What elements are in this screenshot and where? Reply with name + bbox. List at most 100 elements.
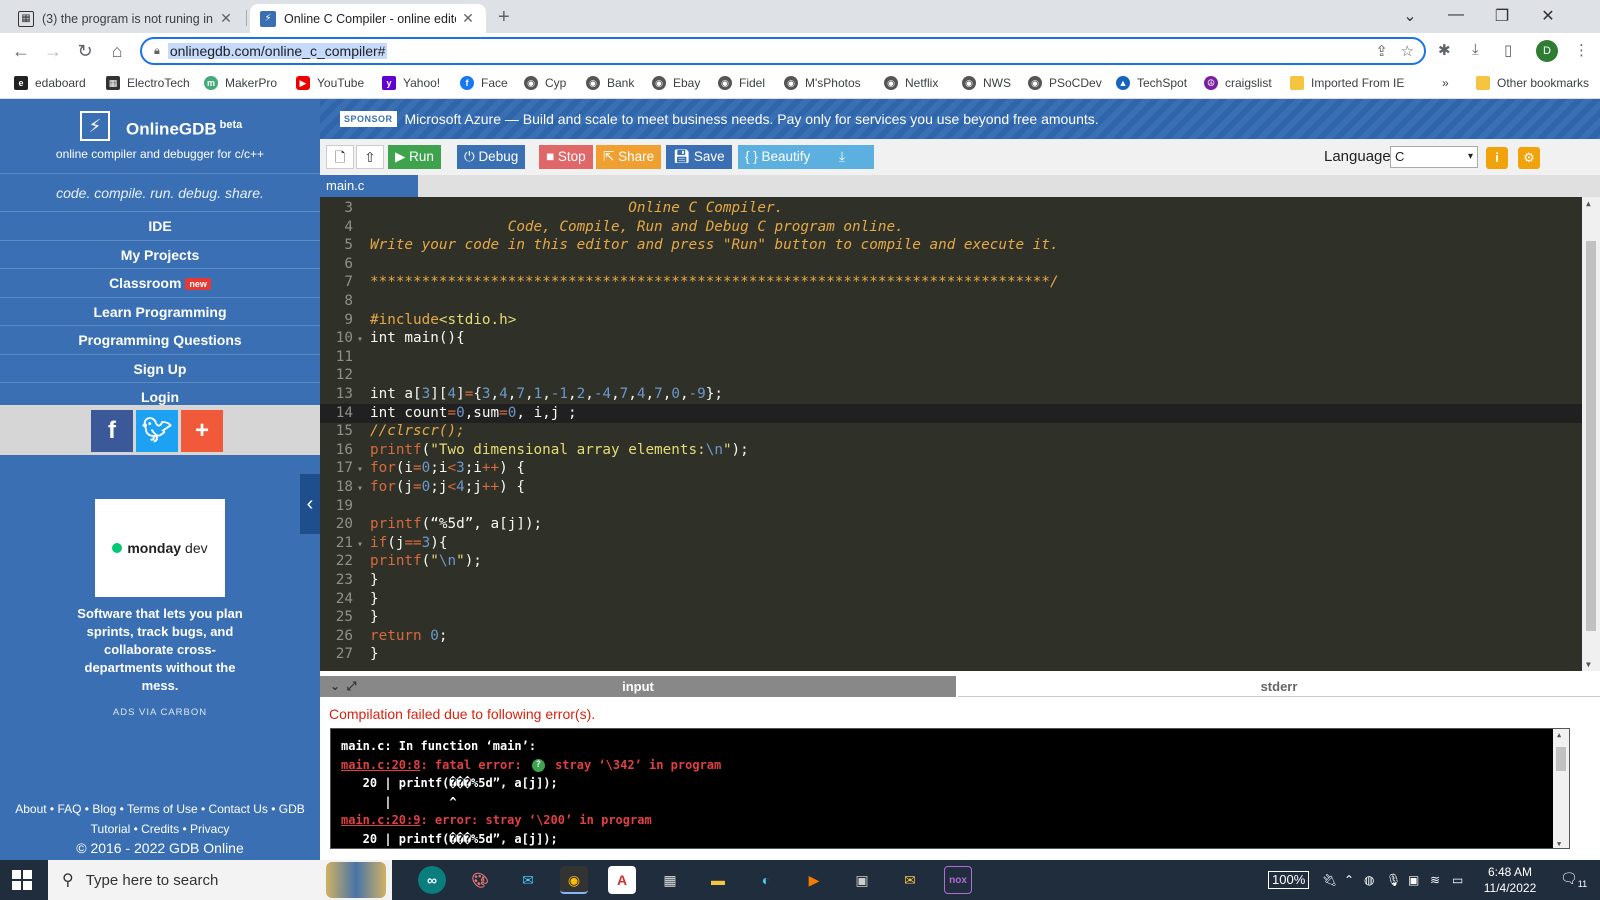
ad-image[interactable]: monday dev	[95, 499, 225, 597]
home-button[interactable]: ⌂	[104, 39, 130, 63]
power-tray-icon[interactable]: 🔌︎	[1322, 860, 1337, 900]
chrome-icon[interactable]: ◉	[560, 866, 588, 894]
bookmark-ebay[interactable]: ◉ Ebay	[652, 76, 700, 90]
bookmark-fidel[interactable]: ◉ Fidel	[718, 76, 765, 90]
folder-app-icon[interactable]: ✉	[896, 866, 924, 894]
console-scrollbar[interactable]: ▲ ▼	[1553, 729, 1569, 848]
bookmark-star-icon[interactable]: ☆	[1401, 42, 1414, 60]
ad-text[interactable]: Software that lets you plan sprints, tra…	[70, 605, 250, 695]
acrobat-icon[interactable]: A	[608, 866, 636, 894]
code-line[interactable]: 9 #include<stdio.h>	[320, 311, 1582, 330]
display-icon[interactable]: ▣	[1408, 860, 1419, 900]
ads-via-carbon[interactable]: ADS VIA CARBON	[0, 707, 320, 718]
tab-input[interactable]: ⌄ ⤢ input	[320, 676, 956, 697]
code-line[interactable]: 5 Write your code in this editor and pres…	[320, 236, 1582, 255]
gear-icon[interactable]: ⚙	[1518, 147, 1540, 169]
forward-button[interactable]: →	[40, 39, 66, 63]
profile-avatar[interactable]: D	[1536, 40, 1558, 62]
bookmark-netflix[interactable]: ◉ Netflix	[884, 76, 938, 90]
battery-indicator[interactable]: 100%	[1268, 871, 1310, 889]
new-tab-button[interactable]: +	[498, 6, 510, 29]
fold-arrow-icon[interactable]: ▾	[357, 460, 366, 479]
arduino-icon[interactable]: ∞	[418, 866, 446, 894]
code-line[interactable]: 11	[320, 348, 1582, 367]
sidebar-item-ide[interactable]: IDE	[0, 211, 320, 240]
browser-tab-onlinegdb[interactable]: ⚡ Online C Compiler - online editor ✕	[250, 4, 486, 33]
twitter-icon[interactable]: 🐦︎	[136, 410, 178, 452]
brand[interactable]: ⚡ OnlineGDB beta online compiler and debu…	[0, 99, 320, 171]
scroll-down-icon[interactable]: ▼	[1557, 840, 1561, 848]
minimize-button[interactable]: —	[1436, 6, 1476, 24]
close-icon[interactable]: ✕	[460, 10, 476, 27]
code-line[interactable]: 25}	[320, 608, 1582, 627]
battery-icon[interactable]: ▭	[1452, 860, 1463, 900]
side-panel-icon[interactable]: ▯	[1504, 41, 1512, 59]
run-button[interactable]: ▶ Run	[388, 145, 441, 169]
fold-arrow-icon[interactable]: ▾	[357, 535, 366, 554]
fold-arrow-icon[interactable]: ▾	[357, 330, 366, 349]
bookmark-face[interactable]: f Face	[460, 76, 508, 90]
code-line[interactable]: 15 //clrscr();	[320, 422, 1582, 441]
sidebar-item-programming-questions[interactable]: Programming Questions	[0, 325, 320, 354]
bookmark-psocdev[interactable]: ◉ PSoCDev	[1028, 76, 1102, 90]
file-tab-main-c[interactable]: main.c	[320, 175, 418, 197]
scroll-up-icon[interactable]: ▲	[1586, 199, 1591, 208]
bookmark-craigslist[interactable]: ☮ craigslist	[1204, 76, 1272, 90]
code-line[interactable]: 21 ▾ if(j==3){	[320, 534, 1582, 553]
code-line[interactable]: 3 Online C Compiler.	[320, 199, 1582, 218]
close-icon[interactable]: ✕	[218, 10, 234, 27]
bookmark-youtube[interactable]: ▶ YouTube	[296, 76, 364, 90]
facebook-icon[interactable]: f	[91, 410, 133, 452]
mail-icon[interactable]: ✉	[514, 866, 542, 894]
code-line[interactable]: 7 ***************************************…	[320, 273, 1582, 292]
code-line[interactable]: 19	[320, 497, 1582, 516]
code-line[interactable]: 14 int count=0,sum=0, i,j ;	[320, 403, 1582, 423]
code-line[interactable]: 12	[320, 366, 1582, 385]
scrollbar-thumb[interactable]	[1556, 747, 1566, 771]
sidebar-item-sign-up[interactable]: Sign Up	[0, 353, 320, 383]
language-select[interactable]: C ▾	[1390, 146, 1478, 168]
notification-icon[interactable]: 🗨︎11	[1560, 870, 1587, 889]
code-line[interactable]: 22 printf("\n");	[320, 552, 1582, 571]
footer-links[interactable]: About • FAQ • Blog • Terms of Use • Cont…	[0, 799, 320, 839]
restore-button[interactable]: ❐	[1482, 6, 1522, 26]
bookmark-edaboard[interactable]: e edaboard	[14, 76, 86, 90]
code-line[interactable]: 23}	[320, 571, 1582, 590]
collapse-expand-icon[interactable]: ⌄ ⤢	[330, 676, 356, 697]
file-explorer-icon[interactable]: ▬	[704, 866, 732, 894]
microphone-icon[interactable]: 🎙︎	[1386, 860, 1401, 900]
add-share-icon[interactable]: +	[181, 410, 223, 452]
tab-search-icon[interactable]: ⌄	[1390, 6, 1430, 26]
share-icon[interactable]: ⇪	[1375, 42, 1388, 60]
fold-arrow-icon[interactable]: ▾	[357, 479, 366, 498]
download-icon[interactable]: ⤓	[1472, 41, 1479, 58]
error-location-link[interactable]: main.c:20:9	[341, 813, 420, 827]
windows-start-icon[interactable]	[12, 870, 32, 890]
bookmark-makerpro[interactable]: m MakerPro	[204, 76, 277, 90]
output-console[interactable]: main.c: In function ‘main’: main.c:20:8: …	[330, 728, 1570, 849]
scroll-up-icon[interactable]: ▲	[1557, 731, 1561, 739]
code-line[interactable]: 20 printf(“%5d”, a[j]);	[320, 515, 1582, 534]
upload-file-icon[interactable]: ⇧	[356, 145, 384, 169]
close-window-button[interactable]: ✕	[1528, 6, 1568, 26]
info-icon[interactable]: i	[1486, 147, 1508, 169]
share-button[interactable]: ⇱ Share	[596, 145, 662, 169]
reload-button[interactable]: ↻	[72, 39, 98, 63]
sidebar-item-learn-programming[interactable]: Learn Programming	[0, 296, 320, 326]
taskbar-search-input[interactable]: ⚲ Type here to search	[48, 860, 392, 900]
download-icon[interactable]: ⤓	[810, 145, 874, 169]
code-line[interactable]: 16 printf("Two dimensional array elements…	[320, 441, 1582, 460]
code-line[interactable]: 27}	[320, 645, 1582, 664]
bookmark-cyp[interactable]: ◉ Cyp	[524, 76, 566, 90]
network-app-icon[interactable]: ▣	[848, 866, 876, 894]
editor-scrollbar[interactable]: ▲ ▼	[1582, 197, 1600, 671]
back-button[interactable]: ←	[8, 39, 34, 63]
code-line[interactable]: 6	[320, 255, 1582, 274]
collapse-sidebar-chevron-icon[interactable]: ‹	[300, 474, 320, 534]
bookmark-nws[interactable]: ◉ NWS	[962, 76, 1011, 90]
code-line[interactable]: 18 ▾ for(j=0;j<4;j++) {	[320, 478, 1582, 497]
new-file-icon[interactable]: 🗋︎	[326, 145, 354, 169]
code-line[interactable]: 13 int a[3][4]={3,4,7,1,-1,2,-4,7,4,7,0,-…	[320, 385, 1582, 404]
code-editor[interactable]: 3 Online C Compiler. 4 Code, Compile, Run…	[320, 197, 1600, 671]
paint-icon[interactable]: 🎨︎	[466, 866, 494, 894]
